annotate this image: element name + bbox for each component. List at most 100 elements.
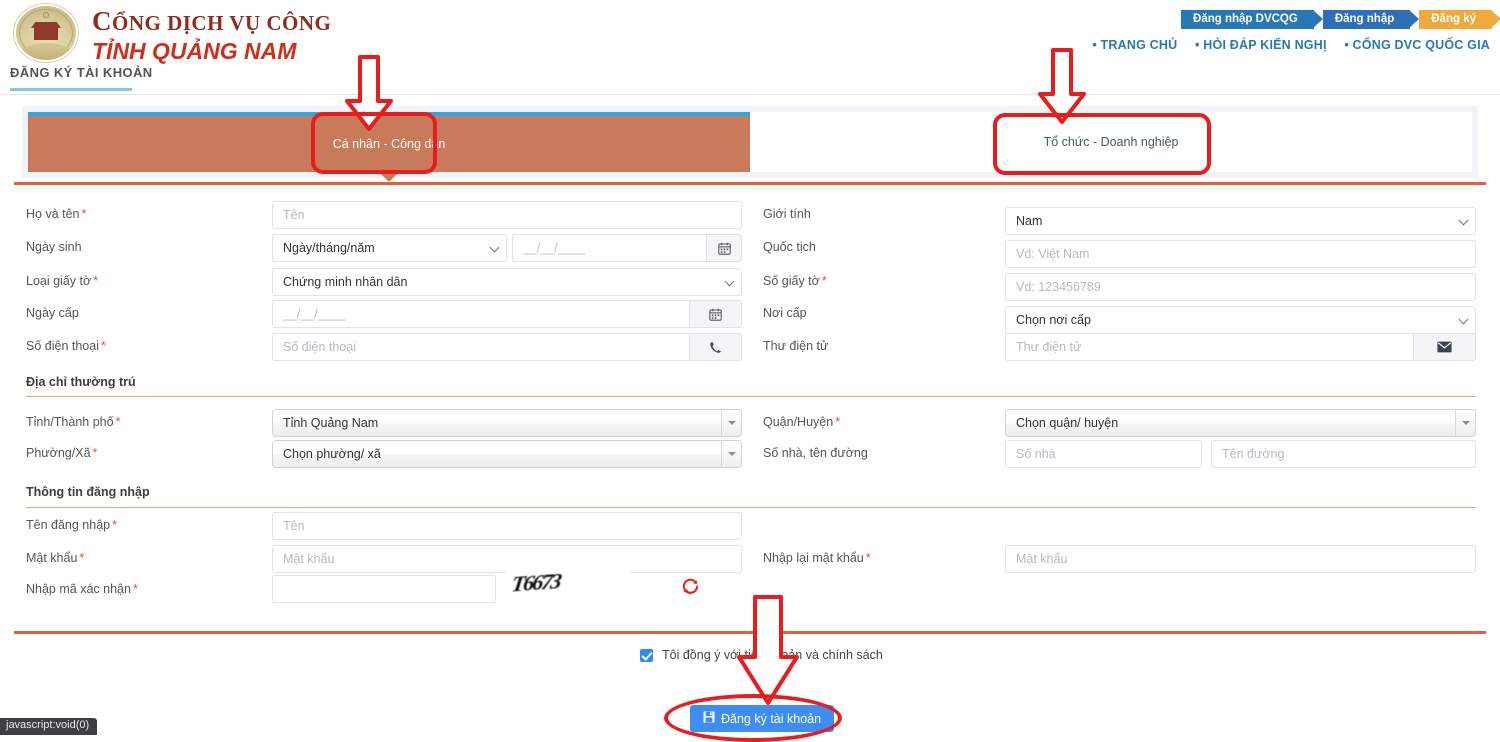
email-input[interactable]: [1005, 333, 1414, 361]
birthdate-input[interactable]: [512, 234, 707, 262]
auth-chevron-nav: Đăng nhập DVCQG Đăng nhập Đăng ký: [1181, 10, 1500, 29]
registration-form-panel: Họ và tên* Giới tính Nam Ngày sinh Ngày/…: [14, 182, 1486, 634]
nav-dangky[interactable]: Đăng ký: [1419, 10, 1500, 29]
tab-to-chuc-doanh-nghiep[interactable]: Tổ chức - Doanh nghiệp: [750, 112, 1472, 172]
district-select2[interactable]: Chọn quận/ huyện: [1005, 409, 1476, 437]
label-street: Số nhà, tên đường: [763, 446, 868, 460]
label-birthdate-text: Ngày sinh: [26, 240, 82, 254]
terms-checkbox[interactable]: [640, 648, 653, 662]
label-gender-text: Giới tính: [763, 207, 811, 221]
address-section-title: Địa chỉ thường trú: [26, 375, 136, 389]
required-mark: *: [100, 339, 106, 353]
portal-name-province: TỈNH QUẢNG NAM: [92, 38, 297, 64]
label-ward-text: Phường/Xã: [26, 446, 91, 460]
select2-arrow-icon: [721, 441, 741, 467]
label-nationality: Quốc tịch: [763, 240, 816, 254]
page-header: CỔNG DỊCH VỤ CÔNG TỈNH QUẢNG NAM Đăng nh…: [0, 0, 1500, 96]
email-addon-button[interactable]: [1414, 333, 1476, 361]
issuedate-input[interactable]: [272, 300, 690, 328]
tab-to-chuc-label: Tổ chức - Doanh nghiệp: [1043, 135, 1179, 149]
calendar-icon: [709, 308, 722, 321]
tab-ca-nhan-cong-dan[interactable]: Cá nhân - Công dân: [28, 112, 750, 182]
select2-arrow-icon: [721, 410, 741, 436]
nav-dangnhap[interactable]: Đăng nhập: [1322, 10, 1420, 29]
label-district: Quận/Huyện *: [763, 415, 840, 429]
district-value: Chọn quận/ huyện: [1016, 416, 1119, 430]
fullname-input[interactable]: [272, 201, 742, 229]
seal-star-icon: [43, 12, 49, 18]
ward-select2[interactable]: Chọn phường/ xã: [272, 440, 742, 468]
pagoda-icon: [31, 20, 61, 44]
phone-input[interactable]: [272, 333, 690, 361]
label-username: Tên đăng nhập *: [26, 518, 117, 532]
phone-icon: [710, 341, 721, 353]
link-cong-dvc-quoc-gia[interactable]: • CỔNG DVC QUỐC GIA: [1344, 38, 1490, 52]
terms-label: Tôi đồng ý với tiêu khoản và chính sách: [662, 648, 883, 662]
required-mark: *: [865, 551, 871, 565]
calendar-icon: [717, 242, 731, 255]
required-mark: *: [132, 582, 138, 596]
birthdate-calendar-button[interactable]: [707, 234, 742, 262]
label-docnumber-text: Số giấy tờ: [763, 274, 820, 288]
nav-dangnhap-dvcqg[interactable]: Đăng nhập DVCQG: [1181, 10, 1323, 29]
birthdate-format-select[interactable]: Ngày/tháng/năm: [272, 234, 507, 262]
doctype-select[interactable]: Chứng minh nhân dân: [272, 268, 742, 296]
header-divider: [0, 94, 1500, 95]
select2-arrow-icon: [1455, 410, 1475, 436]
gender-select-wrap: Nam: [1005, 207, 1476, 235]
password-input[interactable]: [272, 545, 742, 573]
label-street-text: Số nhà, tên đường: [763, 446, 868, 460]
label-province: Tỉnh/Thành phố *: [26, 415, 120, 429]
captcha-input[interactable]: [272, 575, 496, 603]
page-title-underline: [10, 88, 132, 91]
required-mark: *: [112, 518, 117, 532]
link-trang-chu[interactable]: • TRANG CHỦ: [1092, 38, 1177, 52]
gender-select[interactable]: Nam: [1005, 207, 1476, 235]
nationality-input[interactable]: [1005, 240, 1476, 268]
label-password2-text: Nhập lại mật khẩu: [763, 551, 864, 565]
house-number-input[interactable]: [1005, 440, 1202, 468]
label-phone-text: Số điện thoại: [26, 339, 99, 353]
captcha-image: T6673: [506, 572, 630, 601]
label-doctype: Loại giấy tờ *: [26, 274, 98, 288]
portal-name-line1: CỔNG DỊCH VỤ CÔNG: [92, 6, 331, 37]
phone-addon-button[interactable]: [690, 333, 742, 361]
label-captcha: Nhập mã xác nhận *: [26, 582, 138, 596]
label-district-text: Quận/Huyện: [763, 415, 834, 429]
register-account-button[interactable]: Đăng ký tài khoản: [690, 705, 835, 732]
envelope-icon: [1437, 341, 1452, 353]
captcha-refresh-icon[interactable]: [682, 578, 699, 598]
save-icon: [703, 711, 715, 726]
street-name-input[interactable]: [1211, 440, 1476, 468]
password-confirm-input[interactable]: [1005, 545, 1476, 573]
label-birthdate: Ngày sinh: [26, 240, 82, 254]
required-mark: *: [93, 274, 99, 288]
label-doctype-text: Loại giấy tờ: [26, 274, 92, 288]
issueplace-select[interactable]: Chọn nơi cấp: [1005, 306, 1476, 334]
address-section-rule: [26, 396, 1476, 397]
label-issuedate: Ngày cấp: [26, 306, 79, 320]
doctype-select-wrap: Chứng minh nhân dân: [272, 268, 742, 296]
login-section-title: Thông tin đăng nhập: [26, 485, 150, 499]
browser-status-bar: javascript:void(0): [0, 718, 98, 735]
label-issuedate-text: Ngày cấp: [26, 306, 79, 320]
brand-block: CỔNG DỊCH VỤ CÔNG TỈNH QUẢNG NAM: [92, 6, 331, 65]
label-password-text: Mật khẩu: [26, 551, 78, 565]
label-email: Thư điện tử: [763, 339, 828, 353]
brand-line1-rest: ỔNG DỊCH VỤ CÔNG: [112, 11, 332, 35]
label-password: Mật khẩu *: [26, 551, 84, 565]
label-fullname: Họ và tên *: [26, 207, 86, 221]
required-mark: *: [115, 415, 121, 429]
username-input[interactable]: [272, 512, 742, 540]
terms-agreement-row: Tôi đồng ý với tiêu khoản và chính sách: [640, 648, 883, 662]
docnumber-input[interactable]: [1005, 273, 1476, 301]
required-mark: *: [79, 551, 85, 565]
province-select2[interactable]: Tỉnh Quảng Nam: [272, 409, 742, 437]
issuedate-calendar-button[interactable]: [690, 300, 742, 328]
label-password2: Nhập lại mật khẩu *: [763, 551, 871, 565]
label-gender: Giới tính: [763, 207, 811, 221]
captcha-image-text: T6673: [509, 572, 562, 597]
link-hoi-dap-kien-nghi[interactable]: • HỎI ĐÁP KIẾN NGHỊ: [1195, 38, 1327, 52]
province-value: Tỉnh Quảng Nam: [283, 416, 379, 430]
tab-ca-nhan-label: Cá nhân - Công dân: [332, 137, 446, 151]
